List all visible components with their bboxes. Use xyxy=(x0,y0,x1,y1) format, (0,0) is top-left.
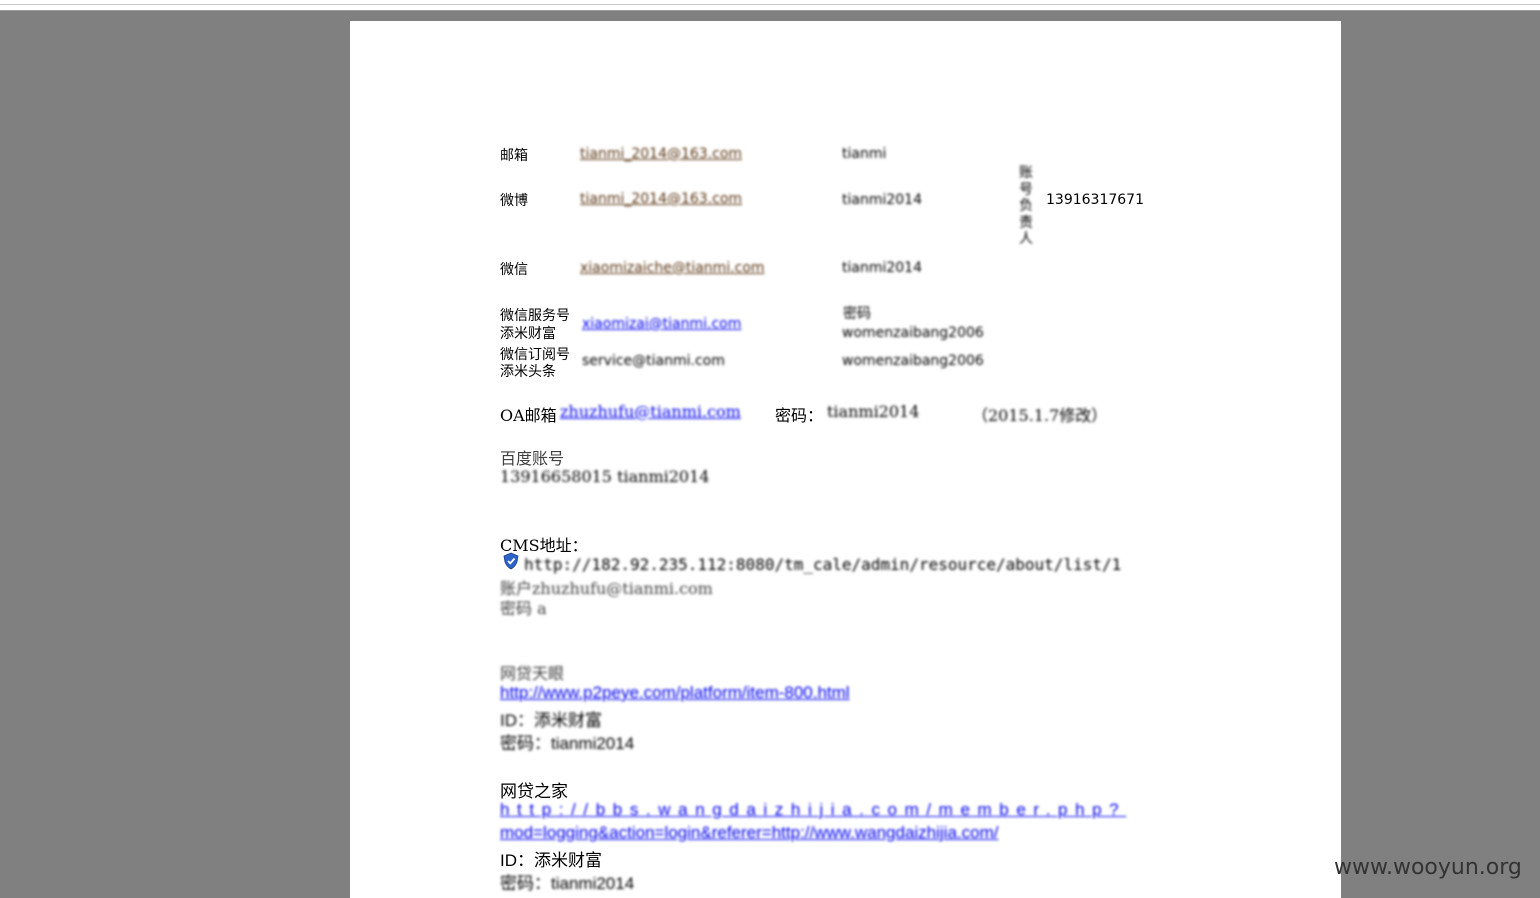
weibo-account-link[interactable]: tianmi_2014@163.com xyxy=(580,191,742,207)
wechat-account-text: xiaomizaiche@tianmi.com xyxy=(580,260,765,276)
oa-note: （2015.1.7修改） xyxy=(972,406,1108,425)
vertical-note: 账号负责人 xyxy=(1019,165,1033,247)
cms-url-text: http://182.92.235.112:8080/tm_cale/admin… xyxy=(524,555,1122,574)
wdzj-link-line1[interactable]: http://bbs.wangdaizhijia.com/member.php? xyxy=(500,800,1126,820)
wdzj-password: 密码：tianmi2014 xyxy=(500,874,635,893)
wdzj-title: 网贷之家 xyxy=(500,782,568,801)
wechat-password: tianmi2014 xyxy=(842,260,922,276)
cms-url: http://182.92.235.112:8080/tm_cale/admin… xyxy=(524,555,1121,574)
wechat-service-account-link[interactable]: xiaomizai@tianmi.com xyxy=(582,316,741,332)
oa-pw-label: 密码： xyxy=(775,406,824,425)
wechat-service-password: womenzaibang2006 xyxy=(842,325,984,341)
wechat-sub-sublabel: 添米头条 xyxy=(500,364,556,380)
email-account-link[interactable]: tianmi_2014@163.com xyxy=(580,146,742,162)
p2peye-password: 密码：tianmi2014 xyxy=(500,734,635,753)
wechat-sub-password: womenzaibang2006 xyxy=(842,353,984,369)
wdzj-link-line1-text: http://bbs.wangdaizhijia.com/member.php? xyxy=(500,800,1127,819)
viewer-top-bar xyxy=(0,0,1540,11)
oa-password: tianmi2014 xyxy=(827,402,920,421)
baidu-title: 百度账号 xyxy=(500,449,565,468)
wdzj-id: ID：添米财富 xyxy=(500,851,602,870)
wechat-service-label: 微信服务号 xyxy=(500,308,570,324)
p2peye-link-text: http://www.p2peye.com/platform/item-800.… xyxy=(500,683,850,702)
wechat-account-link[interactable]: xiaomizaiche@tianmi.com xyxy=(580,260,765,276)
email-label: 邮箱 xyxy=(500,148,528,164)
cms-password: 密码 a xyxy=(500,599,547,618)
wdzj-link-line2[interactable]: mod=logging&action=login&referer=http://… xyxy=(500,823,998,843)
wechat-sub-account: service@tianmi.com xyxy=(582,353,725,369)
viewer-top-line xyxy=(0,4,1540,5)
p2peye-link[interactable]: http://www.p2peye.com/platform/item-800.… xyxy=(500,683,850,703)
oa-label: OA邮箱 xyxy=(500,406,557,425)
oa-account-link[interactable]: zhuzhufu@tianmi.com xyxy=(560,402,741,421)
weibo-password: tianmi2014 xyxy=(842,192,922,208)
weibo-label: 微博 xyxy=(500,193,528,209)
email-password: tianmi xyxy=(842,146,887,162)
shield-icon xyxy=(503,552,519,570)
p2peye-id: ID：添米财富 xyxy=(500,711,602,730)
wechat-service-pw-heading: 密码 xyxy=(843,306,871,322)
watermark: www.wooyun.org xyxy=(1334,855,1522,880)
baidu-credentials: 13916658015 tianmi2014 xyxy=(500,467,710,486)
phone-number: 13916317671 xyxy=(1046,192,1144,208)
wechat-label: 微信 xyxy=(500,262,528,278)
p2peye-title: 网贷天眼 xyxy=(500,664,565,683)
wdzj-link-line2-text: mod=logging&action=login&referer=http://… xyxy=(500,823,999,842)
wechat-service-sublabel: 添米财富 xyxy=(500,326,556,342)
